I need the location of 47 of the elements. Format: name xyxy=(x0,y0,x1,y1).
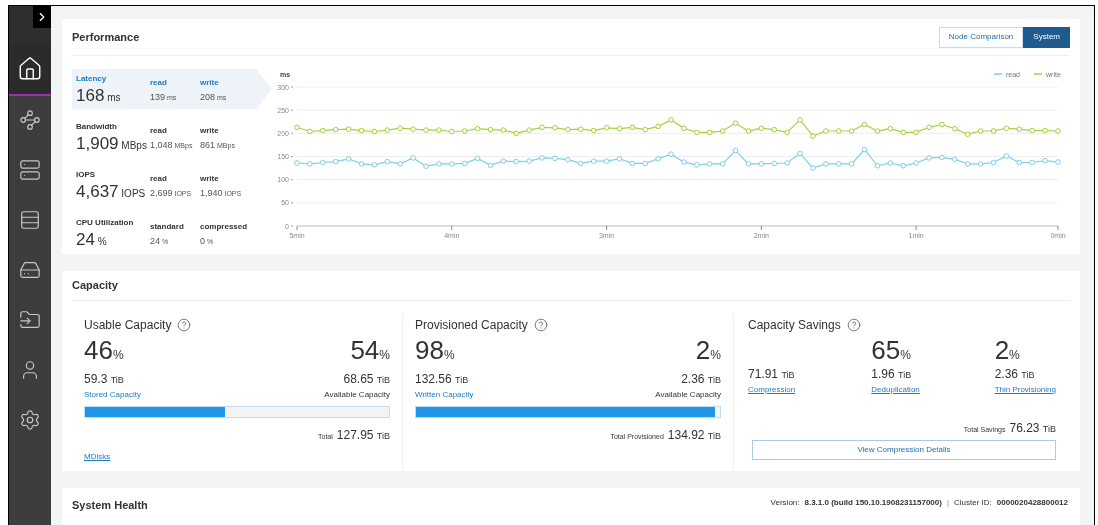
section-title: Usable Capacity xyxy=(84,317,172,334)
capacity-label: Written Capacity xyxy=(415,389,474,401)
metric-label: IOPS xyxy=(76,169,97,181)
capacity-amount: 127.95 TiB xyxy=(336,427,390,444)
metric-sub-label: write xyxy=(200,77,220,89)
capacity-amount: 68.65 TiB xyxy=(343,371,390,388)
percent-value: 65% xyxy=(871,335,911,365)
metric-sub-label: read xyxy=(150,125,168,137)
capacity-amount: 76.23 TiB xyxy=(1009,420,1056,437)
metric-sub-label: read xyxy=(150,77,168,89)
percent-value: 54% xyxy=(350,335,390,367)
capacity-amount: 2.36 TiB xyxy=(994,366,1035,383)
metric-label: Latency xyxy=(76,73,108,85)
metric-sub-label: compressed xyxy=(200,221,249,233)
capacity-label: Available Capacity xyxy=(324,389,390,401)
version-label: Version: xyxy=(770,497,800,509)
metric-sub-label: write xyxy=(200,173,220,185)
capacity-amount: 134.92 TiB xyxy=(667,427,721,444)
metric-value: 168 ms xyxy=(76,85,122,107)
percent-value: 2% xyxy=(695,335,721,367)
card-title: System Health xyxy=(72,498,148,513)
version-value: 8.3.1.0 (build 150.10.1908231157000) xyxy=(804,497,942,509)
metric-value: 24 % xyxy=(76,229,108,251)
capacity-amount: 2.36 TiB xyxy=(681,371,721,388)
metric-value: 1,909 MBps xyxy=(76,133,148,155)
section-title: Provisioned Capacity xyxy=(415,317,528,334)
capacity-label: Stored Capacity xyxy=(84,389,141,401)
percent-value: 98% xyxy=(415,335,456,367)
capacity-amount: 59.3 TiB xyxy=(84,371,125,388)
metric-value: 4,637 IOPS xyxy=(76,181,147,203)
capacity-label: Available Capacity xyxy=(655,389,721,401)
capacity-amount: 1.96 TiB xyxy=(871,366,912,383)
metric-sub-label: standard xyxy=(150,221,185,233)
card-title: Performance xyxy=(72,29,140,45)
metric-label: Bandwidth xyxy=(76,121,118,133)
capacity-amount: 132.56 TiB xyxy=(415,371,470,388)
metric-sub-label: write xyxy=(200,125,220,137)
metric-sub-label: read xyxy=(150,173,168,185)
percent-value: 2% xyxy=(994,335,1020,365)
section-title: Capacity Savings xyxy=(748,317,841,334)
cluster-id-label: Cluster ID: xyxy=(954,497,992,509)
percent-value: 46% xyxy=(84,335,125,367)
separator-text: | xyxy=(946,497,949,509)
metric-label: CPU Utilization xyxy=(76,217,135,229)
cluster-id-value: 0000020428800012 xyxy=(996,497,1068,509)
capacity-amount: 71.91 TiB xyxy=(748,366,795,383)
card-title: Capacity xyxy=(72,278,118,294)
